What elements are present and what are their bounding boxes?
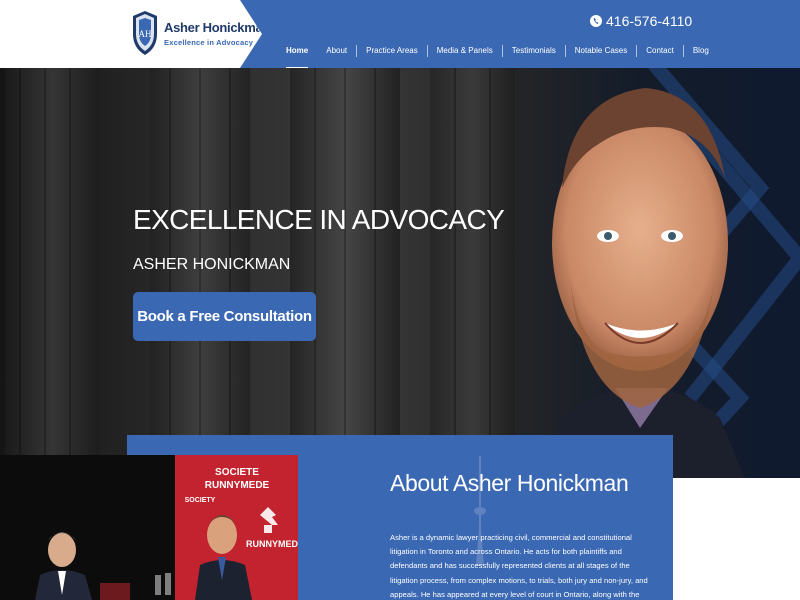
- nav-item-notable-cases[interactable]: Notable Cases: [566, 44, 636, 58]
- nav-item-blog[interactable]: Blog: [684, 44, 718, 58]
- nav-item-home[interactable]: Home: [277, 44, 317, 69]
- panel-event-photo: SOCIETE RUNNYMEDE SOCIETY RUNNYMEDE: [0, 455, 298, 600]
- about-body-text: Asher is a dynamic lawyer practicing civ…: [390, 533, 648, 599]
- attorney-portrait-image: [540, 88, 745, 478]
- nav-item-contact[interactable]: Contact: [637, 44, 683, 58]
- logo-name: Asher Honickman: [164, 20, 271, 35]
- site-header: AH Asher Honickman Excellence in Advocac…: [0, 0, 800, 69]
- banner-text-runnymede: RUNNYMEDE: [205, 480, 270, 491]
- book-consultation-button[interactable]: Book a Free Consultation: [133, 292, 316, 341]
- phone-number: 416-576-4110: [606, 13, 693, 29]
- banner-text-runnymede-2: RUNNYMEDE: [246, 539, 298, 549]
- hero-section: EXCELLENCE IN ADVOCACY ASHER HONICKMAN B…: [0, 68, 800, 478]
- page: AH Asher Honickman Excellence in Advocac…: [0, 0, 800, 600]
- hero-title: EXCELLENCE IN ADVOCACY: [133, 204, 505, 235]
- banner-text-society: SOCIETY: [185, 497, 216, 504]
- panel-photo-image: SOCIETE RUNNYMEDE SOCIETY RUNNYMEDE: [0, 455, 298, 600]
- logo-monogram: AH: [139, 29, 152, 39]
- nav-item-about[interactable]: About: [317, 44, 356, 58]
- banner-text-societe: SOCIETE: [215, 467, 259, 478]
- nav-item-practice-areas[interactable]: Practice Areas: [357, 44, 427, 58]
- shield-logo-icon: AH: [133, 11, 157, 55]
- phone-icon: [590, 15, 602, 27]
- logo[interactable]: AH Asher Honickman Excellence in Advocac…: [0, 0, 262, 68]
- phone-link[interactable]: 416-576-4110: [590, 13, 692, 29]
- hero-subtitle: ASHER HONICKMAN: [133, 256, 291, 273]
- nav-item-media-panels[interactable]: Media & Panels: [428, 44, 502, 58]
- logo-tagline: Excellence in Advocacy: [164, 38, 254, 47]
- about-title: About Asher Honickman: [390, 470, 629, 496]
- nav-item-testimonials[interactable]: Testimonials: [503, 44, 565, 58]
- main-nav: Home About Practice Areas Media & Panels…: [277, 44, 718, 69]
